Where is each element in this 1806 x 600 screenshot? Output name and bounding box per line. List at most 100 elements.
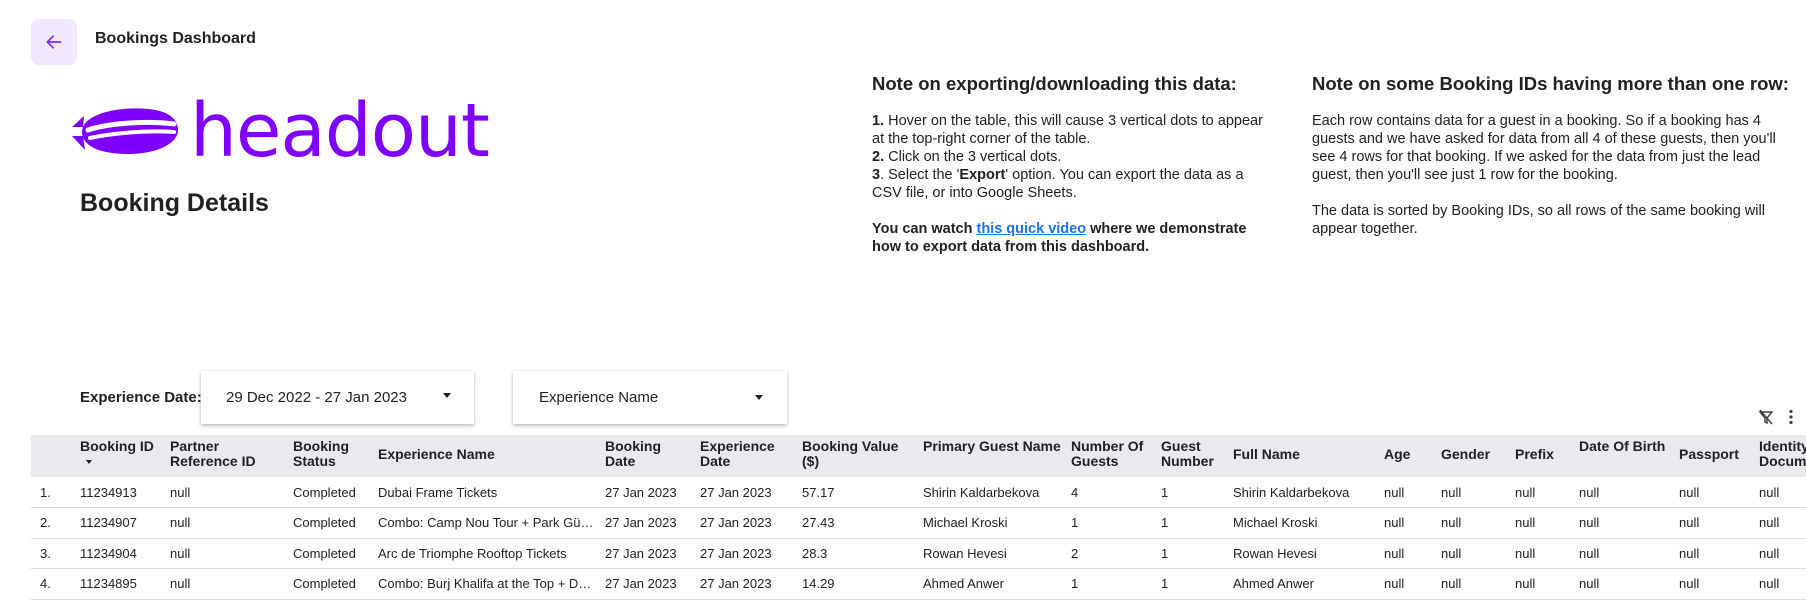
table-cell: 2 [1067,538,1157,569]
table-cell: 14.29 [798,568,919,600]
table-cell: null [1437,568,1511,600]
table-cell: 1 [1157,507,1229,539]
experience-name-dropdown[interactable]: Experience Name [513,371,787,424]
col-header-number-of-guests[interactable]: Number Of Guests [1067,435,1157,477]
page-title: Booking Details [80,189,269,217]
table-row[interactable]: 2. 11234907 null Completed Combo: Camp Nou T… [31,507,1806,539]
table-cell: 57.17 [798,477,919,508]
caret-down-icon [443,393,451,398]
table-cell: Ahmed Anwer [919,568,1067,600]
table-row[interactable]: 4. 11234895 null Completed Combo: Burj Khali… [31,568,1806,600]
table-cell: 27 Jan 2023 [601,477,696,508]
table-cell: null [1380,568,1437,600]
export-note-title: Note on exporting/downloading this data: [872,73,1237,94]
table-cell: null [1380,507,1437,539]
table-cell: null [1511,538,1575,569]
headout-logo: headout [70,94,490,168]
filter-off-icon[interactable] [1758,409,1774,425]
experience-name-placeholder: Experience Name [539,389,659,406]
video-note: You can watch this quick video where we … [872,221,1247,255]
table-cell: Ahmed Anwer [1229,568,1380,600]
table-cell: Michael Kroski [919,507,1067,539]
export-step-3: 3. Select the 'Export' option. You can e… [872,167,1244,201]
table-cell: null [1575,538,1675,569]
table-cell: null [166,477,289,508]
table-cell: 28.3 [798,538,919,569]
table-cell: Completed [289,568,374,600]
booking-ids-note-p2: The data is sorted by Booking IDs, so al… [1312,203,1765,237]
experience-date-dropdown[interactable]: 29 Dec 2022 - 27 Jan 2023 [201,371,474,424]
export-step-2: 2. Click on the 3 vertical dots. [872,149,1062,165]
table-cell: 4 [1067,477,1157,508]
table-row[interactable]: 1. 11234913 null Completed Dubai Frame Ticke… [31,477,1806,508]
table-cell: null [1511,507,1575,539]
col-header-experience-name[interactable]: Experience Name [374,435,601,477]
more-vertical-icon[interactable] [1788,409,1794,425]
table-cell: null [1380,477,1437,508]
table-cell: null [1675,538,1755,569]
col-header-identity-document[interactable]: Identity Docum [1755,435,1806,477]
col-header-booking-date[interactable]: Booking Date [601,435,696,477]
back-button[interactable] [31,19,77,65]
table-cell: Combo: Camp Nou Tour + Park Güel… [374,507,601,539]
table-cell: null [1675,568,1755,600]
col-header-guest-number[interactable]: Guest Number [1157,435,1229,477]
col-header-passport[interactable]: Passport [1675,435,1755,477]
booking-ids-note: Note on some Booking IDs having more tha… [1312,73,1802,238]
table-cell: 1 [1157,477,1229,508]
sort-descending-icon[interactable] [86,460,92,465]
table-cell: 27.43 [798,507,919,539]
col-header-full-name[interactable]: Full Name [1229,435,1380,477]
table-cell: null [1575,507,1675,539]
table-cell: 27 Jan 2023 [696,507,798,539]
col-header-prefix[interactable]: Prefix [1511,435,1575,477]
booking-ids-note-title: Note on some Booking IDs having more tha… [1312,73,1789,94]
table-cell: 11234913 [76,477,166,508]
table-cell: Completed [289,507,374,539]
table-cell: 11234904 [76,538,166,569]
table-cell: null [1575,477,1675,508]
col-header-date-of-birth[interactable]: Date Of Birth [1575,435,1675,477]
table-cell: 11234907 [76,507,166,539]
col-header-booking-value[interactable]: Booking Value ($) [798,435,919,477]
table-cell: Shirin Kaldarbekova [919,477,1067,508]
arrow-left-icon [46,35,62,49]
table-cell: Completed [289,538,374,569]
app-title: Bookings Dashboard [95,30,256,47]
table-cell: null [166,568,289,600]
col-header-partner-reference-id[interactable]: Partner Reference ID [166,435,289,477]
quick-video-link[interactable]: this quick video [976,221,1086,237]
row-index: 1. [31,477,76,508]
col-header-age[interactable]: Age [1380,435,1437,477]
table-cell: 1 [1067,568,1157,600]
table-cell: null [1437,507,1511,539]
table-cell: null [1675,477,1755,508]
table-cell: null [1755,538,1806,569]
table-cell: 1 [1067,507,1157,539]
col-header-gender[interactable]: Gender [1437,435,1511,477]
table-cell: Shirin Kaldarbekova [1229,477,1380,508]
table-cell: 27 Jan 2023 [696,477,798,508]
table-cell: Completed [289,477,374,508]
table-toolbar [1758,409,1806,425]
col-header-primary-guest-name[interactable]: Primary Guest Name [919,435,1067,477]
table-cell: 27 Jan 2023 [696,568,798,600]
row-index: 4. [31,568,76,600]
col-header-index [31,435,76,477]
table-cell: null [1675,507,1755,539]
col-header-booking-id[interactable]: Booking ID [76,435,166,477]
table-header-row: Booking ID Partner Reference ID Booking … [31,435,1806,477]
col-header-booking-status[interactable]: Booking Status [289,435,374,477]
table-cell: null [1511,568,1575,600]
table-cell: Dubai Frame Tickets [374,477,601,508]
table-cell: 27 Jan 2023 [601,568,696,600]
table-cell: 27 Jan 2023 [601,507,696,539]
table-row[interactable]: 3. 11234904 null Completed Arc de Triomphe R… [31,538,1806,569]
table-cell: null [1755,477,1806,508]
export-step-1: 1. Hover on the table, this will cause 3… [872,113,1263,147]
table-cell: Rowan Hevesi [919,538,1067,569]
col-header-experience-date[interactable]: Experience Date [696,435,798,477]
export-note: Note on exporting/downloading this data:… [872,73,1277,256]
table-cell: null [1575,568,1675,600]
bookings-table[interactable]: Booking ID Partner Reference ID Booking … [31,435,1806,600]
